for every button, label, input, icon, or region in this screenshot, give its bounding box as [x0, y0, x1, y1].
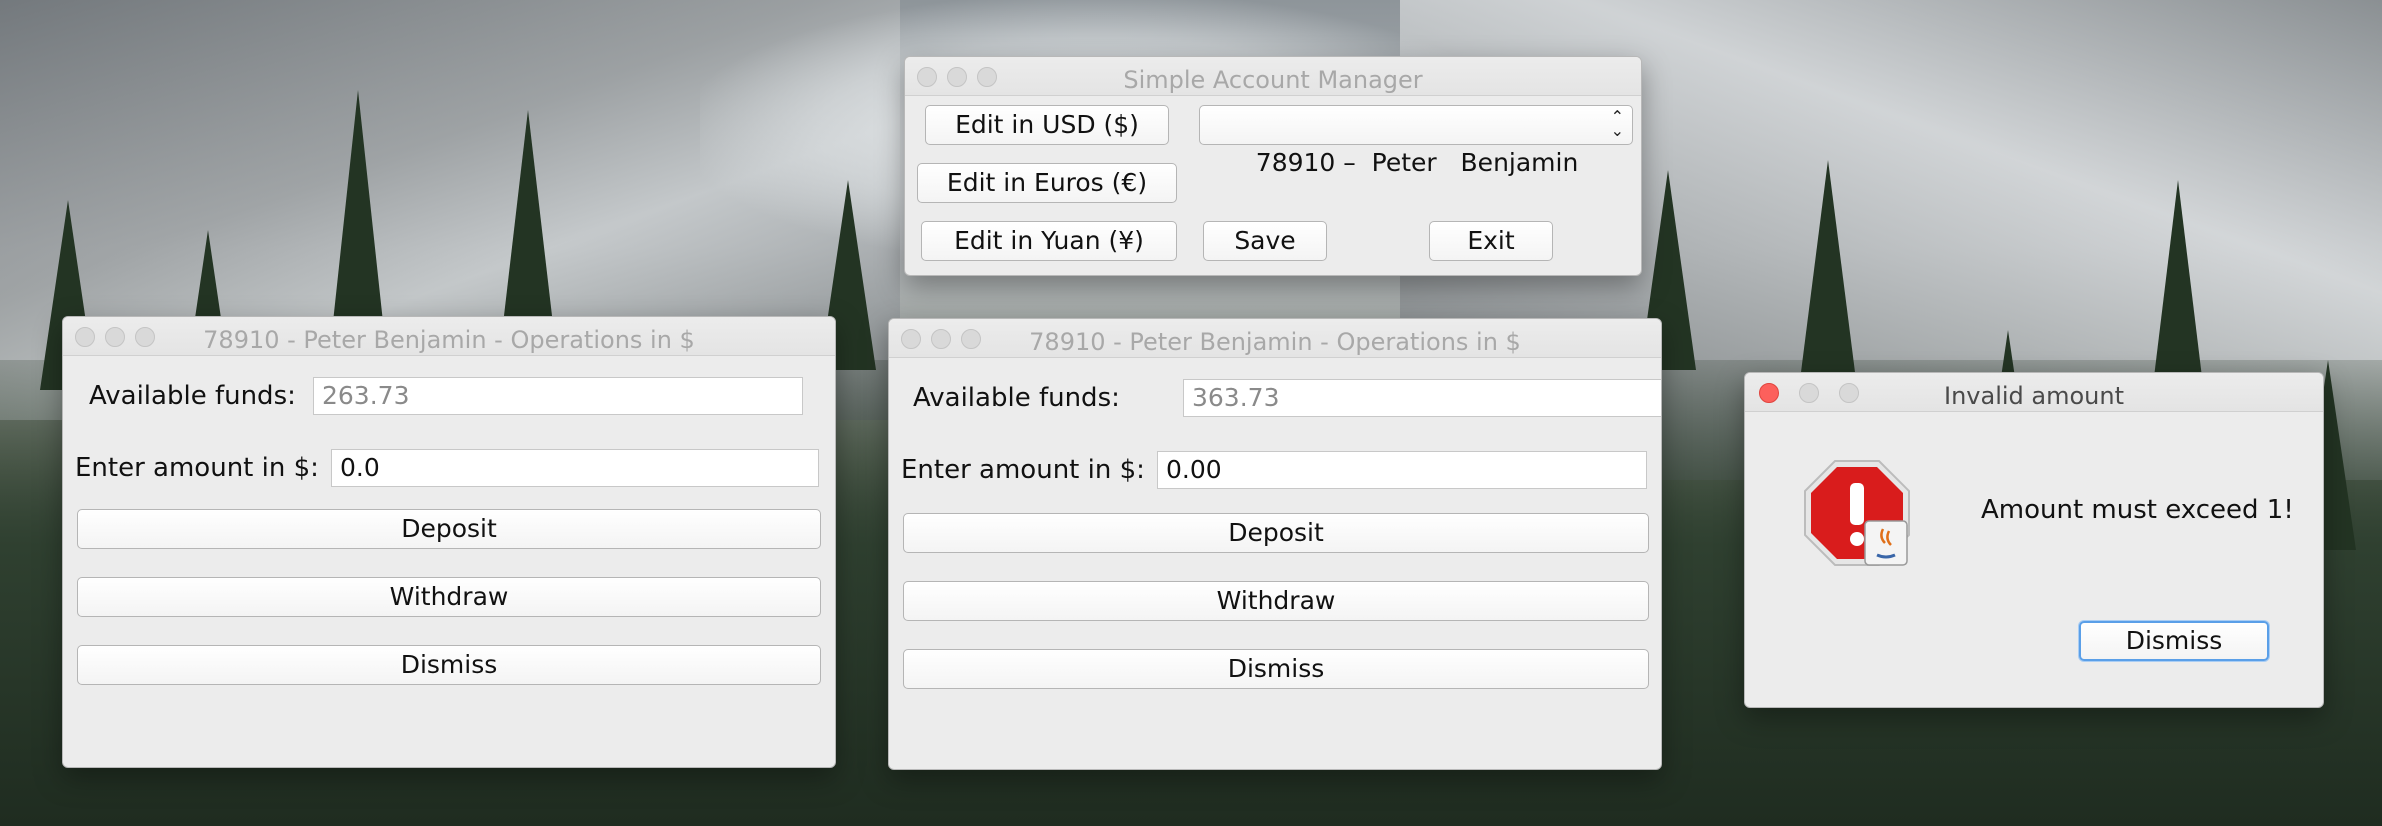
edit-usd-button[interactable]: Edit in USD ($): [925, 105, 1169, 145]
window-title: 78910 - Peter Benjamin - Operations in $: [203, 326, 695, 354]
alert-message: Amount must exceed 1!: [1981, 495, 2294, 525]
dismiss-button[interactable]: Dismiss: [77, 645, 821, 685]
dismiss-button[interactable]: Dismiss: [903, 649, 1649, 689]
account-manager-window: Simple Account Manager Edit in USD ($) 7…: [904, 56, 1642, 276]
operations-window-1: 78910 - Peter Benjamin - Operations in $…: [62, 316, 836, 768]
exit-button[interactable]: Exit: [1429, 221, 1553, 261]
operations-window-2: 78910 - Peter Benjamin - Operations in $…: [888, 318, 1662, 770]
dismiss-button[interactable]: Dismiss: [2079, 621, 2269, 661]
available-funds-field: 263.73: [313, 377, 803, 415]
invalid-amount-dialog: Invalid amount Amount must exceed 1! Dis…: [1744, 372, 2324, 708]
amount-label: Enter amount in $:: [75, 453, 319, 483]
error-stop-icon: [1804, 460, 1910, 566]
available-funds-label: Available funds:: [89, 381, 296, 411]
deposit-button[interactable]: Deposit: [77, 509, 821, 549]
window-title: 78910 - Peter Benjamin - Operations in $: [1029, 328, 1521, 356]
account-select[interactable]: 78910 – Peter Benjamin ⌃ ⌄: [1199, 105, 1633, 177]
chevron-updown-icon: ⌃ ⌄: [1610, 107, 1624, 140]
save-button[interactable]: Save: [1203, 221, 1327, 261]
amount-input[interactable]: 0.0: [331, 449, 819, 487]
tree: [330, 90, 386, 350]
titlebar: 78910 - Peter Benjamin - Operations in $: [889, 319, 1661, 358]
amount-label: Enter amount in $:: [901, 455, 1145, 485]
account-select-value: 78910 – Peter Benjamin: [1255, 148, 1579, 177]
titlebar: Simple Account Manager: [905, 57, 1641, 96]
titlebar: Invalid amount: [1745, 373, 2323, 412]
deposit-button[interactable]: Deposit: [903, 513, 1649, 553]
edit-yuan-button[interactable]: Edit in Yuan (¥): [921, 221, 1177, 261]
withdraw-button[interactable]: Withdraw: [903, 581, 1649, 621]
window-title: Simple Account Manager: [1123, 66, 1423, 94]
edit-euros-button[interactable]: Edit in Euros (€): [917, 163, 1177, 203]
withdraw-button[interactable]: Withdraw: [77, 577, 821, 617]
window-title: Invalid amount: [1944, 382, 2124, 410]
available-funds-field: 363.73: [1183, 379, 1661, 417]
tree: [1800, 160, 1856, 380]
available-funds-label: Available funds:: [913, 383, 1120, 413]
titlebar: 78910 - Peter Benjamin - Operations in $: [63, 317, 835, 356]
tree: [500, 110, 556, 350]
amount-input[interactable]: 0.00: [1157, 451, 1647, 489]
